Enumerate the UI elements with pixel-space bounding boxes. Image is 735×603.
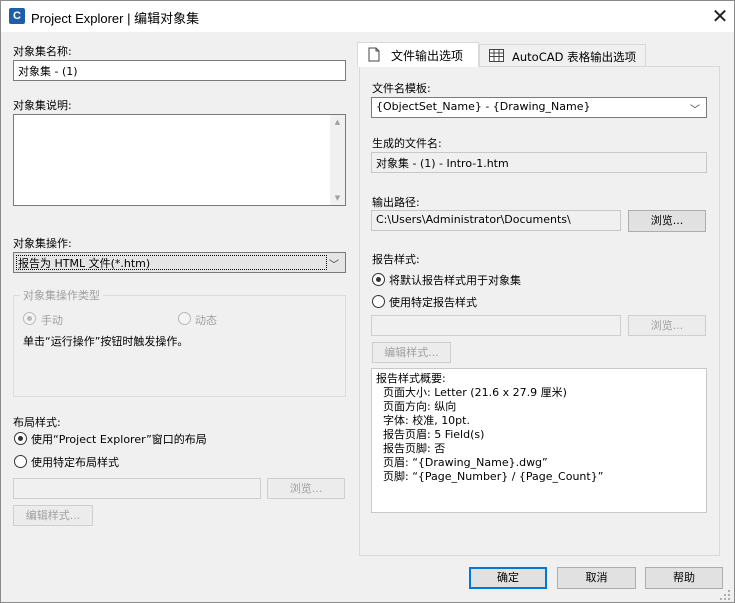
summary-line: 页面大小: Letter (21.6 x 27.9 厘米) bbox=[376, 386, 567, 399]
report-style-browse-button[interactable]: 浏览... bbox=[628, 315, 706, 336]
help-button[interactable]: 帮助 bbox=[645, 567, 723, 589]
resize-grip-icon[interactable] bbox=[719, 589, 731, 601]
document-icon bbox=[368, 47, 380, 62]
layout-use-specific-label: 使用特定布局样式 bbox=[31, 456, 119, 469]
operation-type-dynamic-label: 动态 bbox=[195, 314, 217, 327]
report-style-summary: 报告样式概要: 页面大小: Letter (21.6 x 27.9 厘米) 页面… bbox=[371, 368, 707, 513]
layout-use-explorer-label: 使用“Project Explorer”窗口的布局 bbox=[31, 433, 207, 446]
object-set-name-input[interactable]: 对象集 - (1) bbox=[13, 60, 346, 81]
report-style-specific-radio[interactable] bbox=[372, 295, 385, 308]
generated-file-name-field: 对象集 - (1) - Intro-1.htm bbox=[371, 152, 707, 173]
file-name-template-label: 文件名模板: bbox=[372, 82, 431, 95]
report-style-label: 报告样式: bbox=[372, 253, 420, 266]
edit-object-set-dialog: C Project Explorer | 编辑对象集 ✕ 对象集名称: 对象集 … bbox=[0, 0, 735, 603]
object-set-description-textarea[interactable]: ▲ ▼ bbox=[13, 114, 346, 206]
summary-line: 页脚: “{Page_Number} / {Page_Count}” bbox=[376, 470, 604, 483]
generated-file-name-label: 生成的文件名: bbox=[372, 137, 442, 150]
file-name-template-value: {ObjectSet_Name} - {Drawing_Name} bbox=[376, 100, 591, 113]
table-icon bbox=[489, 49, 504, 62]
output-path-label: 输出路径: bbox=[372, 196, 420, 209]
summary-line: 页眉: “{Drawing_Name}.dwg” bbox=[376, 456, 548, 469]
output-path-field[interactable]: C:\Users\Administrator\Documents\ bbox=[371, 210, 621, 231]
report-edit-style-button[interactable]: 编辑样式... bbox=[372, 342, 451, 363]
summary-line: 报告页脚: 否 bbox=[376, 442, 446, 455]
summary-line: 字体: 校准, 10pt. bbox=[376, 414, 470, 427]
chevron-down-icon: ﹀ bbox=[690, 105, 700, 116]
description-scrollbar[interactable]: ▲ ▼ bbox=[330, 115, 345, 205]
close-icon[interactable]: ✕ bbox=[710, 5, 730, 27]
object-set-operation-select[interactable]: 报告为 HTML 文件(*.htm) ﹀ bbox=[13, 252, 346, 273]
chevron-down-icon: ﹀ bbox=[329, 260, 339, 271]
tab-file-output-label: 文件输出选项 bbox=[391, 49, 464, 63]
layout-browse-button[interactable]: 浏览... bbox=[267, 478, 345, 499]
window-title: Project Explorer | 编辑对象集 bbox=[31, 11, 200, 26]
object-set-name-label: 对象集名称: bbox=[13, 45, 72, 58]
app-icon: C bbox=[9, 8, 25, 24]
layout-style-path-input[interactable] bbox=[13, 478, 261, 499]
file-name-template-select[interactable]: {ObjectSet_Name} - {Drawing_Name} ﹀ bbox=[371, 97, 707, 118]
report-style-path-input[interactable] bbox=[371, 315, 621, 336]
operation-type-group-title: 对象集操作类型 bbox=[20, 287, 103, 303]
operation-type-manual-label: 手动 bbox=[41, 314, 63, 327]
scroll-down-icon[interactable]: ▼ bbox=[330, 191, 345, 205]
scroll-up-icon[interactable]: ▲ bbox=[330, 115, 345, 129]
layout-style-label: 布局样式: bbox=[13, 416, 61, 429]
summary-line: 报告样式概要: bbox=[376, 372, 446, 385]
title-bar: C Project Explorer | 编辑对象集 ✕ bbox=[1, 1, 734, 32]
layout-use-explorer-radio[interactable] bbox=[14, 432, 27, 445]
object-set-description-label: 对象集说明: bbox=[13, 99, 72, 112]
ok-button[interactable]: 确定 bbox=[469, 567, 547, 589]
report-style-default-radio[interactable] bbox=[372, 273, 385, 286]
report-style-specific-label: 使用特定报告样式 bbox=[389, 296, 477, 309]
output-path-browse-button[interactable]: 浏览... bbox=[628, 210, 706, 232]
summary-line: 报告页眉: 5 Field(s) bbox=[376, 428, 485, 441]
layout-use-specific-radio[interactable] bbox=[14, 455, 27, 468]
cancel-button[interactable]: 取消 bbox=[557, 567, 636, 589]
layout-edit-style-button[interactable]: 编辑样式... bbox=[13, 505, 93, 526]
operation-type-hint: 单击“运行操作”按钮时触发操作。 bbox=[23, 335, 189, 348]
operation-type-dynamic-radio[interactable] bbox=[178, 312, 191, 325]
tab-autocad-table[interactable]: AutoCAD 表格输出选项 bbox=[479, 44, 646, 66]
object-set-operation-label: 对象集操作: bbox=[13, 237, 72, 250]
report-style-default-label: 将默认报告样式用于对象集 bbox=[389, 274, 521, 287]
tab-autocad-table-label: AutoCAD 表格输出选项 bbox=[512, 50, 637, 64]
tab-file-output[interactable]: 文件输出选项 bbox=[357, 42, 479, 67]
summary-line: 页面方向: 纵向 bbox=[376, 400, 457, 413]
object-set-operation-value: 报告为 HTML 文件(*.htm) bbox=[18, 257, 151, 270]
operation-type-manual-radio[interactable] bbox=[23, 312, 36, 325]
